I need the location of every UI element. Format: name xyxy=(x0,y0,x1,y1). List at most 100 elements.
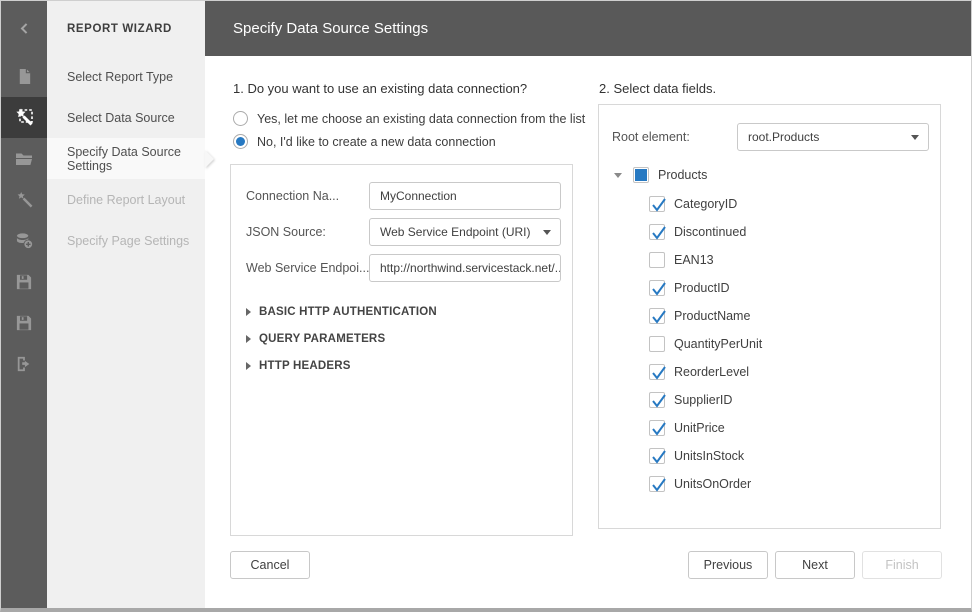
tree-field-label: ReorderLevel xyxy=(674,365,750,379)
wizard-footer: Cancel Previous Next Finish xyxy=(230,551,942,579)
main-area: Specify Data Source Settings 1. Do you w… xyxy=(205,1,971,608)
add-datasource-icon[interactable] xyxy=(1,220,47,261)
accordion-header[interactable]: QUERY PARAMETERS xyxy=(246,325,572,352)
tree-field-row[interactable]: EAN13 xyxy=(649,246,940,274)
root-element-dropdown[interactable]: root.Products xyxy=(737,123,929,151)
sidebar-step[interactable]: Select Report Type xyxy=(47,56,205,97)
tree-field-row[interactable]: ProductName xyxy=(649,302,940,330)
accordion-header-label: HTTP HEADERS xyxy=(259,359,351,372)
field-checkbox[interactable] xyxy=(649,364,666,380)
report-wizard-window: REPORT WIZARD Select Report Type Select … xyxy=(0,0,972,612)
tree-field-row[interactable]: UnitsInStock xyxy=(649,442,940,470)
save-icon[interactable] xyxy=(1,261,47,302)
tree-field-label: SupplierID xyxy=(674,393,733,407)
connection-column: 1. Do you want to use an existing data c… xyxy=(230,56,585,536)
data-fields-panel: Root element: root.Products Products Cat… xyxy=(598,104,941,529)
sidebar-step[interactable]: Select Data Source xyxy=(47,97,205,138)
tree-field-row[interactable]: UnitPrice xyxy=(649,414,940,442)
back-chevron-icon[interactable] xyxy=(1,1,47,56)
field-checkbox[interactable] xyxy=(649,476,666,492)
radio-button-icon[interactable] xyxy=(233,134,248,149)
chevron-down-icon xyxy=(911,135,919,140)
tree-field-row[interactable]: CategoryID xyxy=(649,190,940,218)
chevron-right-icon xyxy=(246,307,251,316)
json-source-dropdown[interactable]: Web Service Endpoint (URI) xyxy=(369,218,561,246)
radio-option[interactable]: No, I'd like to create a new data connec… xyxy=(233,132,573,151)
field-checkbox[interactable] xyxy=(649,448,666,464)
field-checkbox[interactable] xyxy=(649,280,666,296)
tree-collapse-icon[interactable] xyxy=(614,172,622,178)
chevron-right-icon xyxy=(246,334,251,343)
endpoint-input[interactable]: http://northwind.servicestack.net/... xyxy=(369,254,561,282)
question-1-heading: 1. Do you want to use an existing data c… xyxy=(233,81,528,96)
save-as-icon[interactable] xyxy=(1,302,47,343)
next-button[interactable]: Next xyxy=(775,551,855,579)
root-element-label: Root element: xyxy=(612,130,690,144)
root-checkbox[interactable] xyxy=(633,167,649,183)
endpoint-row: Web Service Endpoi... http://northwind.s… xyxy=(246,254,572,282)
iconbar xyxy=(1,1,47,608)
field-checkbox[interactable] xyxy=(649,420,666,436)
radio-button-icon[interactable] xyxy=(233,111,248,126)
tree-field-label: Discontinued xyxy=(674,225,747,239)
sidebar-step-label: Select Data Source xyxy=(67,110,175,125)
finish-button[interactable]: Finish xyxy=(862,551,942,579)
sidebar-step-label: Select Report Type xyxy=(67,69,174,84)
tree-field-label: ProductName xyxy=(674,309,751,323)
tree-field-row[interactable]: ProductID xyxy=(649,274,940,302)
wizard-sidebar: REPORT WIZARD Select Report Type Select … xyxy=(47,1,205,608)
tree-field-label: UnitsInStock xyxy=(674,449,745,463)
connection-radio-group: Yes, let me choose an existing data conn… xyxy=(233,109,585,151)
radio-option-label: Yes, let me choose an existing data conn… xyxy=(257,111,586,126)
field-checkbox[interactable] xyxy=(649,196,666,212)
sidebar-steps: Select Report Type Select Data Source Sp… xyxy=(47,56,205,261)
fields-tree: Products CategoryID Discontinued EAN13 P… xyxy=(599,160,940,498)
tree-field-label: ProductID xyxy=(674,281,730,295)
endpoint-label: Web Service Endpoi... xyxy=(246,261,369,275)
sidebar-title: REPORT WIZARD xyxy=(67,22,172,35)
question-2-heading: 2. Select data fields. xyxy=(599,81,717,96)
tree-field-row[interactable]: UnitsOnOrder xyxy=(649,470,940,498)
field-checkbox[interactable] xyxy=(649,224,666,240)
sidebar-step[interactable]: Specify Page Settings xyxy=(47,220,205,261)
field-checkbox[interactable] xyxy=(649,308,666,324)
chevron-right-icon xyxy=(246,361,251,370)
options-accordion: BASIC HTTP AUTHENTICATION QUERY PARAMETE… xyxy=(246,298,572,379)
new-document-icon[interactable] xyxy=(1,56,47,97)
page-body: 1. Do you want to use an existing data c… xyxy=(205,56,971,608)
tree-field-label: UnitsOnOrder xyxy=(674,477,752,491)
tree-field-row[interactable]: QuantityPerUnit xyxy=(649,330,940,358)
previous-button[interactable]: Previous xyxy=(688,551,768,579)
field-checkbox[interactable] xyxy=(649,252,665,268)
sidebar-step[interactable]: Define Report Layout xyxy=(47,179,205,220)
tree-field-row[interactable]: SupplierID xyxy=(649,386,940,414)
json-source-value: Web Service Endpoint (URI) xyxy=(380,225,531,239)
tree-field-row[interactable]: ReorderLevel xyxy=(649,358,940,386)
sidebar-step-label: Specify Data Source Settings xyxy=(67,144,181,173)
tree-field-list: CategoryID Discontinued EAN13 ProductID … xyxy=(599,190,940,498)
accordion-header[interactable]: BASIC HTTP AUTHENTICATION xyxy=(246,298,572,325)
tree-root-row[interactable]: Products xyxy=(614,160,940,190)
json-source-row: JSON Source: Web Service Endpoint (URI) xyxy=(246,218,572,246)
open-folder-icon[interactable] xyxy=(1,138,47,179)
connection-name-label: Connection Na... xyxy=(246,189,340,203)
page-header: Specify Data Source Settings xyxy=(205,1,971,56)
accordion-header-label: QUERY PARAMETERS xyxy=(259,332,386,345)
tree-field-row[interactable]: Discontinued xyxy=(649,218,940,246)
tree-root-label: Products xyxy=(658,168,708,182)
report-wizard-icon[interactable] xyxy=(1,97,47,138)
chevron-down-icon xyxy=(543,230,551,235)
connection-name-row: Connection Na... MyConnection xyxy=(246,182,572,210)
connection-name-input[interactable]: MyConnection xyxy=(369,182,561,210)
new-connection-panel: Connection Na... MyConnection JSON Sourc… xyxy=(230,164,573,536)
radio-option[interactable]: Yes, let me choose an existing data conn… xyxy=(233,109,585,128)
json-source-label: JSON Source: xyxy=(246,225,326,239)
exit-icon[interactable] xyxy=(1,343,47,384)
field-checkbox[interactable] xyxy=(649,336,665,352)
accordion-header[interactable]: HTTP HEADERS xyxy=(246,352,572,379)
field-checkbox[interactable] xyxy=(649,392,666,408)
nav-button-group: Previous Next Finish xyxy=(688,551,942,579)
design-wizard-icon[interactable] xyxy=(1,179,47,220)
sidebar-step[interactable]: Specify Data Source Settings xyxy=(47,138,205,179)
cancel-button[interactable]: Cancel xyxy=(230,551,310,579)
